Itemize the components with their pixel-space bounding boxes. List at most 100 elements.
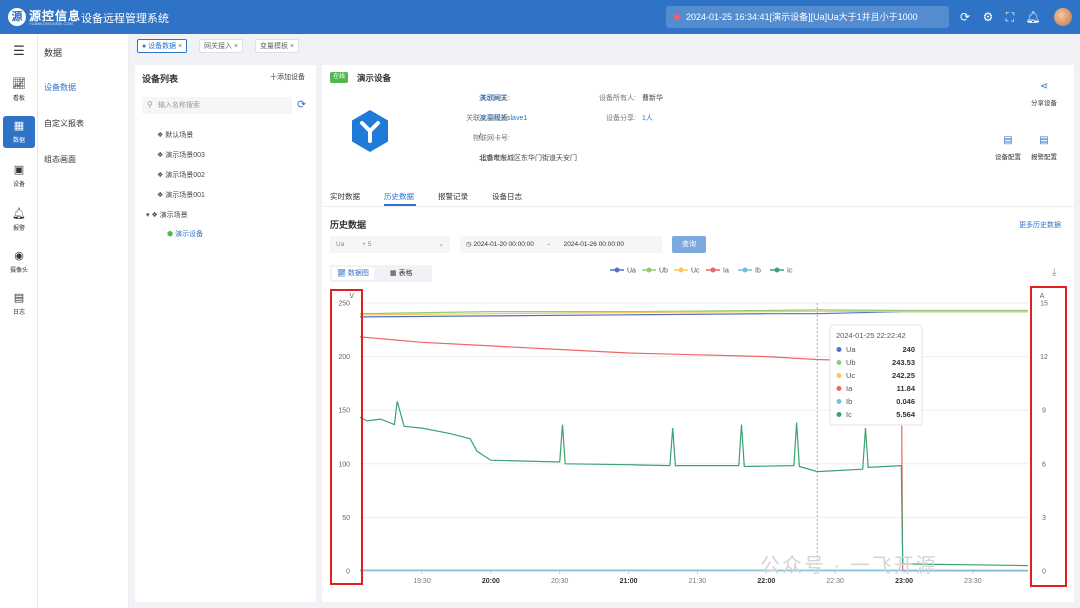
date-sep: - xyxy=(547,241,550,248)
tab-alarm-records[interactable]: 报警记录 xyxy=(438,191,468,202)
field-value: 曹新华 xyxy=(642,95,663,102)
share-link[interactable]: 1人 xyxy=(642,113,653,123)
nav-item-dashboard[interactable]: 📈︎ 看板 xyxy=(3,74,35,106)
tooltip-time: 2024-01-25 22:22:42 xyxy=(836,331,906,340)
tree-node[interactable]: ❖ 默认场景 xyxy=(157,130,193,140)
page-tab-label: 变量模板 xyxy=(260,43,288,50)
x-tick-label: 21:30 xyxy=(689,578,707,585)
action-label: 报警配置 xyxy=(1031,154,1057,161)
legend-label: Ua xyxy=(627,268,636,275)
variable-select[interactable]: Ua + 5 ⌄ xyxy=(330,236,450,253)
nav-label: 设备 xyxy=(12,182,25,188)
nav-item-camera[interactable]: ◉ 摄像头 xyxy=(3,246,35,278)
subnav-item-device-data[interactable]: 设备数据 xyxy=(44,82,76,93)
tree-node-device[interactable]: ⬢ 演示设备 xyxy=(167,229,203,239)
gateway-link[interactable]: 演示网关 xyxy=(479,93,507,103)
subnav-item-scada[interactable]: 组态画面 xyxy=(44,154,76,165)
calendar-icon: ◷ xyxy=(466,241,472,248)
fullscreen-icon[interactable]: ⛶ xyxy=(1002,9,1018,25)
action-label: 分享设备 xyxy=(1031,100,1057,107)
device-config-button[interactable]: ▤ 设备配置 xyxy=(988,135,1028,161)
tree-label: 演示设备 xyxy=(175,231,204,238)
nav-label: 报警 xyxy=(12,226,25,232)
page-tab-device-data[interactable]: ● 设备数据 × xyxy=(137,39,188,53)
field-label: 物联网卡号: xyxy=(473,135,510,142)
search-icon: ⚲ xyxy=(147,100,153,109)
tab-device-log[interactable]: 设备日志 xyxy=(492,191,522,202)
tree-label: 演示场景 xyxy=(159,212,188,219)
highlight-box-right-axis xyxy=(1030,286,1067,587)
data-icon: ▦ xyxy=(13,120,25,132)
dashboard-icon: 📈︎ xyxy=(12,78,26,90)
history-title: 历史数据 xyxy=(330,220,367,230)
device-icon: ▣ xyxy=(13,164,25,176)
tooltip-marker xyxy=(836,373,842,378)
alarm-dot-icon xyxy=(674,14,680,20)
series-line-ic xyxy=(359,401,1029,567)
tree-node[interactable]: ❖ 演示场景002 xyxy=(157,170,205,180)
tab-history[interactable]: 历史数据 xyxy=(384,191,414,202)
chevron-down-icon: ⌄ xyxy=(438,241,444,248)
tree-label: 演示场景001 xyxy=(165,192,205,199)
bell-icon[interactable]: 🔔︎ xyxy=(1025,9,1041,25)
alarm-config-button[interactable]: ▤ 报警配置 xyxy=(1024,135,1064,161)
tooltip-value: 243.53 xyxy=(892,358,915,367)
tooltip-marker xyxy=(836,399,842,404)
subnav-item-custom-report[interactable]: 自定义报表 xyxy=(44,118,84,129)
device-list-title: 设备列表 xyxy=(142,74,179,84)
tree-node[interactable]: ▾ ❖ 演示场景 xyxy=(146,210,188,220)
refresh-icon[interactable]: ⟳ xyxy=(297,98,306,111)
var-selected: Ua xyxy=(336,241,345,248)
var-more: + 5 xyxy=(362,241,372,248)
avatar[interactable] xyxy=(1054,8,1072,26)
app-title: 设备远程管理系统 xyxy=(81,13,169,25)
device-logo-icon xyxy=(352,110,388,152)
x-tick-label: 19:30 xyxy=(413,578,431,585)
field-value: 北京市东城区东华门街道天安门 xyxy=(479,155,577,162)
action-label: 设备配置 xyxy=(995,154,1021,161)
x-tick-label: 23:00 xyxy=(895,578,913,585)
page-tab-gateway[interactable]: 网关接入 × xyxy=(199,39,244,53)
left-nav: ☰ 📈︎ 看板 ▦ 数据 ▣ 设备 🔔︎ 报警 ◉ 摄像头 ▤ 日志 xyxy=(0,34,38,608)
page-tab-var-template[interactable]: 变量模板 × xyxy=(255,39,300,53)
nav-item-log[interactable]: ▤ 日志 xyxy=(3,288,35,320)
nav-item-device[interactable]: ▣ 设备 xyxy=(3,160,35,192)
date-range-picker[interactable]: ◷ 2024-01-20 00:00:00 - 2024-01-26 00:00… xyxy=(460,236,662,253)
tooltip-marker xyxy=(836,386,842,391)
tree-node[interactable]: ❖ 演示场景001 xyxy=(157,190,205,200)
nav-label: 数据 xyxy=(12,138,25,144)
tooltip-marker xyxy=(836,412,842,417)
query-button[interactable]: 查询 xyxy=(672,236,706,253)
add-device-button[interactable]: 十添加设备 xyxy=(270,72,305,82)
settings-icon[interactable]: ⚙ xyxy=(980,9,996,25)
tooltip-series-name: Ia xyxy=(846,384,853,393)
status-badge: 在线 xyxy=(330,72,349,83)
tab-realtime[interactable]: 实时数据 xyxy=(330,191,360,202)
x-tick-label: 21:00 xyxy=(620,578,638,585)
legend-marker xyxy=(774,267,780,273)
device-name: 演示设备 xyxy=(357,73,392,83)
device-search-input[interactable]: 输入名称搜索 xyxy=(142,97,292,114)
tooltip-value: 0.046 xyxy=(896,397,915,406)
template-link[interactable]: 演示网关slave1 xyxy=(479,113,527,123)
history-chart[interactable]: 05010015020025003691215V A19:30 20:00 20:30… xyxy=(322,265,1074,602)
legend-label: Ic xyxy=(787,268,793,275)
nav-item-data[interactable]: ▦ 数据 xyxy=(3,116,35,148)
tree-node[interactable]: ❖ 演示场景003 xyxy=(157,150,205,160)
x-tick-label: 22:30 xyxy=(826,578,844,585)
alarm-icon: 🔔︎ xyxy=(12,208,26,220)
tooltip-series-name: Ib xyxy=(846,397,852,406)
alarm-banner[interactable]: 2024-01-25 16:34:41[演示设备][Ua]Ua大于1并且小于10… xyxy=(666,6,949,28)
share-device-button[interactable]: ⋖ 分享设备 xyxy=(1024,81,1064,107)
refresh-icon[interactable]: ⟳ xyxy=(957,9,973,25)
logo-icon: 源 xyxy=(8,8,26,26)
watermark-text: 公众号 · 一飞开源 xyxy=(760,555,938,577)
alarm-config-icon: ▤ xyxy=(1039,135,1049,146)
tooltip-series-name: Ua xyxy=(846,345,856,354)
menu-toggle-icon[interactable]: ☰ xyxy=(3,38,35,64)
legend-label: Ib xyxy=(755,268,761,275)
nav-item-alarm[interactable]: 🔔︎ 报警 xyxy=(3,204,35,236)
tooltip-value: 11.84 xyxy=(897,384,916,393)
device-list-panel: 设备列表 十添加设备 输入名称搜索 ⚲ ⟳ ❖ 默认场景 ❖ 演示场景003 ❖… xyxy=(135,65,316,602)
more-history-link[interactable]: 更多历史数据 xyxy=(1019,220,1061,230)
